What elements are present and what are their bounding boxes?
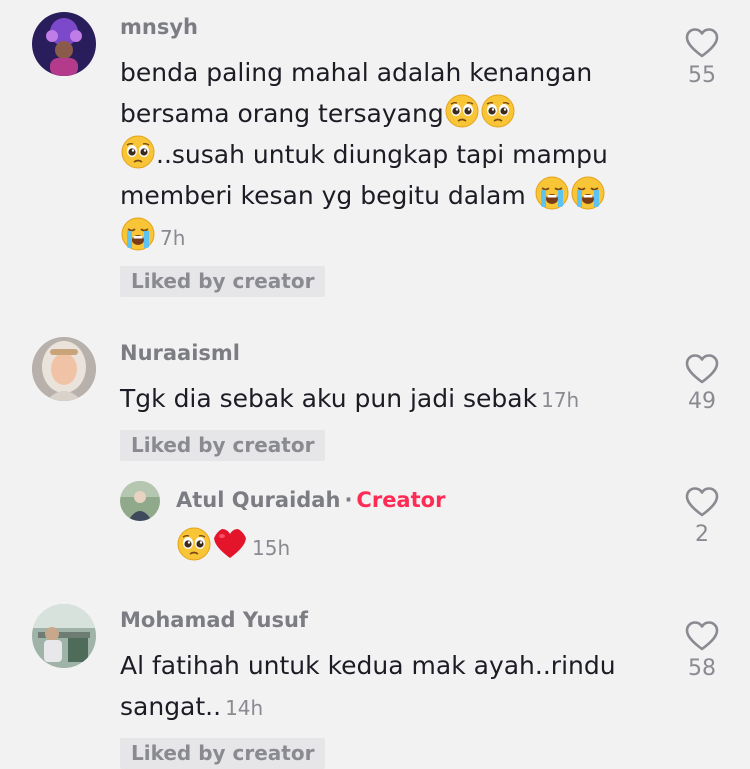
comment-line: ..susah untuk diungkap tapi mampu (156, 140, 608, 169)
avatar-image (120, 481, 160, 521)
comment-text: Al fatihah untuk kedua mak ayah..rindu s… (120, 645, 660, 729)
comment-time: 14h (225, 696, 264, 720)
avatar[interactable] (32, 604, 96, 668)
reply-text: 15h (176, 526, 290, 569)
crying-face-icon (535, 176, 569, 210)
comment-line: Tgk dia sebak aku pun jadi sebak (120, 384, 538, 413)
like-count: 55 (688, 63, 716, 88)
crying-face-icon (571, 176, 605, 210)
like-button[interactable]: 58 (676, 620, 728, 681)
comment-time: 17h (541, 388, 580, 412)
reply-header: Atul Quraidah · Creator (176, 488, 445, 512)
separator-dot: · (344, 488, 353, 512)
like-button[interactable]: 49 (676, 353, 728, 414)
liked-by-creator-badge: Liked by creator (120, 738, 326, 769)
avatar-image (32, 604, 96, 668)
liked-by-creator-badge: Liked by creator (120, 430, 326, 461)
pleading-face-icon (445, 94, 479, 128)
comment-line: benda paling mahal adalah kenangan (120, 58, 593, 87)
pleading-face-icon (177, 527, 211, 561)
like-count: 49 (688, 389, 716, 414)
comment-text: benda paling mahal adalah kenangan bersa… (120, 52, 660, 259)
like-button[interactable]: 55 (676, 27, 728, 88)
pleading-face-icon (121, 135, 155, 169)
comment-item: mnsyh benda paling mahal adalah kenangan… (0, 0, 750, 310)
pleading-face-icon (481, 94, 515, 128)
username[interactable]: mnsyh (120, 15, 198, 39)
like-count: 2 (695, 522, 709, 547)
username[interactable]: Mohamad Yusuf (120, 608, 308, 632)
like-count: 58 (688, 656, 716, 681)
avatar[interactable] (120, 481, 160, 521)
like-button[interactable]: 2 (676, 486, 728, 547)
avatar-image (32, 337, 96, 401)
comment-time: 15h (252, 536, 291, 560)
comment-text: Tgk dia sebak aku pun jadi sebak 17h (120, 378, 660, 421)
crying-face-icon (121, 217, 155, 251)
avatar[interactable] (32, 337, 96, 401)
creator-badge: Creator (356, 488, 446, 512)
heart-outline-icon[interactable] (685, 620, 719, 652)
comment-line: Al fatihah untuk kedua mak ayah..rindu (120, 651, 616, 680)
comment-item: Nuraaisml Tgk dia sebak aku pun jadi seb… (0, 330, 750, 470)
heart-outline-icon[interactable] (685, 486, 719, 518)
comment-line: memberi kesan yg begitu dalam (120, 181, 534, 210)
heart-outline-icon[interactable] (685, 353, 719, 385)
comment-line: sangat.. (120, 692, 222, 721)
liked-by-creator-badge: Liked by creator (120, 266, 326, 297)
comment-line: bersama orang tersayang (120, 99, 444, 128)
reply-item: Atul Quraidah · Creator 15h 2 (0, 478, 750, 578)
red-heart-icon (213, 527, 247, 561)
avatar-image (32, 12, 96, 76)
username[interactable]: Nuraaisml (120, 341, 240, 365)
heart-outline-icon[interactable] (685, 27, 719, 59)
avatar[interactable] (32, 12, 96, 76)
comment-time: 7h (160, 226, 186, 250)
username[interactable]: Atul Quraidah (176, 488, 340, 512)
comment-item: Mohamad Yusuf Al fatihah untuk kedua mak… (0, 600, 750, 769)
